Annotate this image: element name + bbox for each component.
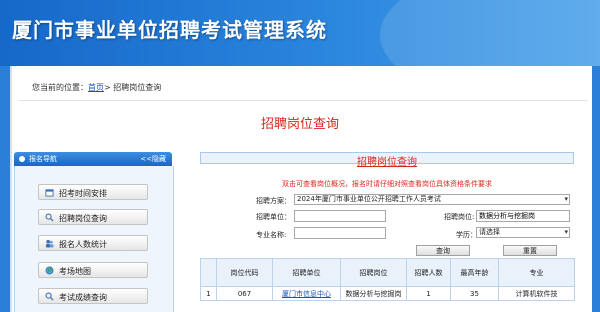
sidebar-item-label: 报名人数统计 <box>59 240 107 249</box>
sidebar-item-label: 考试成绩查询 <box>59 293 107 302</box>
query-button[interactable]: 查询 <box>416 245 470 256</box>
column-header[interactable]: 招聘人数 <box>406 258 451 287</box>
chevron-down-icon: ▾ <box>564 228 568 236</box>
column-header[interactable]: 最高年龄 <box>450 258 499 287</box>
headcount-cell: 1 <box>406 286 451 301</box>
table-row[interactable]: 1 067 厦门市信息中心 数据分析与挖掘岗 1 35 计算机软件技 <box>200 286 575 301</box>
major-label: 专业名称: <box>256 231 287 239</box>
sidebar-item-exam-map[interactable]: 考场地图 <box>38 262 148 278</box>
column-header[interactable]: 专业 <box>498 258 575 287</box>
search-panel-title: 招聘岗位查询 <box>357 157 417 168</box>
people-icon <box>45 239 54 248</box>
table-header-row: 岗位代码 招聘单位 招聘岗位 招聘人数 最高年龄 专业 <box>200 258 575 287</box>
position-cell: 数据分析与挖掘岗 <box>340 286 407 301</box>
header-banner: 厦门市事业单位招聘考试管理系统 <box>0 0 600 66</box>
search-panel-header: 招聘岗位查询 <box>200 152 574 168</box>
position-code-cell: 067 <box>216 286 273 301</box>
sidebar-hide-toggle[interactable]: <<隐藏 <box>140 154 166 164</box>
column-header[interactable]: 岗位代码 <box>216 258 273 287</box>
search-icon <box>45 292 54 301</box>
app-title: 厦门市事业单位招聘考试管理系统 <box>12 18 327 42</box>
calendar-icon <box>45 189 54 197</box>
unit-label: 招聘单位： <box>256 213 291 221</box>
unit-cell[interactable]: 厦门市信息中心 <box>272 286 341 301</box>
chevron-down-icon: ▾ <box>564 195 568 203</box>
sidebar-item-label: 考场地图 <box>59 267 91 276</box>
sidebar-item-label: 招考时间安排 <box>59 189 107 198</box>
education-select-value: 请选择 <box>479 228 500 236</box>
sidebar-item-registration-stats[interactable]: 报名人数统计 <box>38 235 148 251</box>
sidebar-item-position-search[interactable]: 招聘岗位查询 <box>38 209 148 225</box>
position-label: 招聘岗位: <box>444 213 475 221</box>
breadcrumb-divider <box>18 100 588 101</box>
banner-decoration <box>380 0 600 66</box>
search-icon <box>45 213 54 222</box>
breadcrumb: 您当前的位置：首页> 招聘岗位查询 <box>32 82 161 93</box>
results-table: 岗位代码 招聘单位 招聘岗位 招聘人数 最高年龄 专业 1 067 厦门市信息中… <box>200 258 575 301</box>
row-number-cell: 1 <box>200 286 217 301</box>
plan-select[interactable]: 2024年厦门市事业单位公开招聘工作人员考试 ▾ <box>294 194 570 205</box>
map-icon <box>45 266 54 275</box>
reset-button[interactable]: 重置 <box>503 245 557 256</box>
page-frame-left <box>0 66 10 312</box>
sidebar-item-label: 招聘岗位查询 <box>59 214 107 223</box>
plan-select-value: 2024年厦门市事业单位公开招聘工作人员考试 <box>297 195 441 203</box>
plan-label: 招聘方案： <box>256 197 291 205</box>
column-header <box>200 258 217 287</box>
page-title: 招聘岗位查询 <box>260 117 339 132</box>
major-input[interactable] <box>294 227 386 239</box>
page-frame-left-inner <box>10 66 12 312</box>
sidebar-item-exam-schedule[interactable]: 招考时间安排 <box>38 184 148 200</box>
max-age-cell: 35 <box>450 286 499 301</box>
unit-input[interactable] <box>294 210 386 222</box>
breadcrumb-home-link[interactable]: 首页 <box>88 83 104 92</box>
breadcrumb-prefix: 您当前的位置： <box>32 83 88 92</box>
major-cell: 计算机软件技 <box>498 286 575 301</box>
sidebar-title: 报名导航 <box>29 155 57 163</box>
education-select[interactable]: 请选择 ▾ <box>476 227 570 238</box>
position-input[interactable]: 数据分析与挖掘岗 <box>476 210 570 222</box>
breadcrumb-current: > 招聘岗位查询 <box>104 83 162 92</box>
column-header[interactable]: 招聘单位 <box>272 258 341 287</box>
position-input-value: 数据分析与挖掘岗 <box>479 212 535 220</box>
education-label: 学历： <box>456 231 477 239</box>
column-header[interactable]: 招聘岗位 <box>340 258 407 287</box>
nav-bullet-icon <box>19 156 25 162</box>
page-frame-right <box>592 66 600 312</box>
search-notice: 双击可查看岗位概况，报名时请仔细对照查看岗位具体资格条件要求 <box>282 180 492 188</box>
sidebar-item-score-search[interactable]: 考试成绩查询 <box>38 288 148 304</box>
sidebar-header: 报名导航 <<隐藏 <box>14 152 172 166</box>
